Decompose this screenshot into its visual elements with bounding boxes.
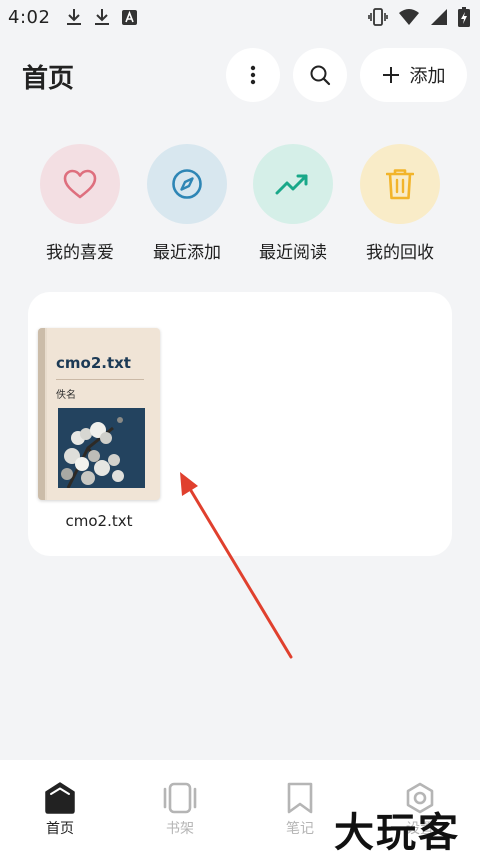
watermark-logo: 大玩客 [334, 810, 460, 853]
book-list-card: cmo2.txt 佚名 cmo2.txt [28, 292, 452, 556]
book-spine-line [45, 328, 47, 500]
wifi-icon [399, 9, 419, 25]
nav-home[interactable]: 首页 [20, 782, 100, 838]
quick-item-recycle[interactable]: 我的回收 [350, 144, 450, 263]
search-icon [310, 65, 331, 86]
nav-label: 首页 [46, 821, 74, 837]
quick-icon-circle[interactable] [40, 144, 120, 224]
quick-item-recent-added[interactable]: 最近添加 [137, 144, 237, 263]
cover-divider [56, 379, 144, 380]
quick-item-label: 最近添加 [153, 243, 221, 263]
download-icon [95, 9, 110, 25]
quick-icon-circle[interactable] [253, 144, 333, 224]
quick-item-recent-read[interactable]: 最近阅读 [243, 144, 343, 263]
book-cover[interactable]: cmo2.txt 佚名 [38, 328, 160, 500]
quick-item-label: 最近阅读 [259, 243, 327, 263]
nav-label: 笔记 [286, 821, 314, 837]
status-left-icons [66, 8, 138, 26]
more-vertical-icon [250, 65, 256, 85]
status-time: 4:02 [8, 6, 51, 28]
search-button[interactable] [293, 48, 347, 102]
vibrate-icon [368, 8, 388, 26]
home-icon [45, 782, 75, 814]
quick-item-favorites[interactable]: 我的喜爱 [30, 144, 130, 263]
quick-icon-circle[interactable] [147, 144, 227, 224]
trending-up-icon [275, 174, 308, 195]
nav-label: 书架 [166, 821, 194, 837]
cover-flower-image [58, 408, 145, 488]
battery-charging-icon [458, 7, 470, 27]
signal-icon [431, 9, 447, 25]
cover-title: cmo2.txt [56, 354, 131, 372]
add-button[interactable]: 添加 [360, 48, 467, 102]
page-title: 首页 [22, 64, 75, 94]
trash-icon [386, 169, 414, 200]
text-a-icon [122, 9, 138, 25]
header: 首页 添加 [0, 48, 480, 102]
add-button-label: 添加 [409, 66, 446, 87]
heart-icon [63, 169, 97, 199]
download-icon [67, 9, 82, 25]
quick-item-label: 我的回收 [366, 243, 434, 263]
compass-icon [172, 169, 202, 199]
quick-access-row: 我的喜爱 最近添加 最近阅读 我的回收 [0, 144, 480, 264]
cover-author: 佚名 [56, 390, 76, 401]
quick-icon-circle[interactable] [360, 144, 440, 224]
bookmark-icon [287, 782, 313, 814]
status-bar: 4:02 [0, 0, 480, 34]
nav-notes[interactable]: 笔记 [260, 782, 340, 838]
plus-icon [382, 67, 399, 83]
quick-item-label: 我的喜爱 [46, 243, 114, 263]
more-options-button[interactable] [226, 48, 280, 102]
status-right-icons [368, 7, 470, 27]
book-name[interactable]: cmo2.txt [38, 512, 160, 530]
bookshelf-icon [163, 782, 197, 814]
nav-bookshelf[interactable]: 书架 [140, 782, 220, 838]
